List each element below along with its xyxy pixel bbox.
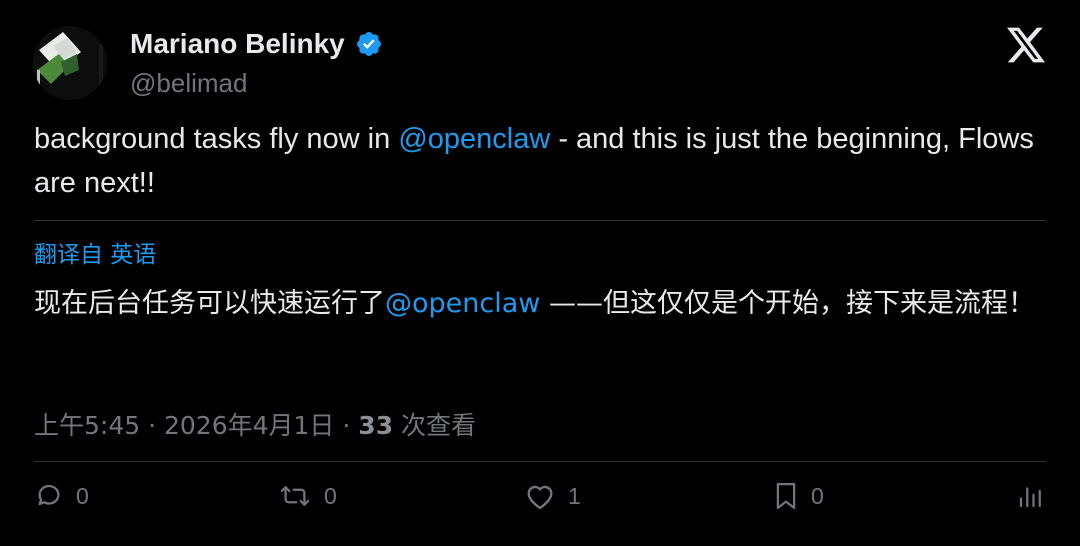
- bookmark-icon: [776, 483, 796, 509]
- analytics-button[interactable]: [1016, 476, 1046, 516]
- heart-icon: [527, 485, 553, 510]
- tweet-time[interactable]: 上午5:45: [34, 411, 140, 440]
- reply-count: 0: [76, 482, 89, 509]
- divider: [34, 461, 1046, 462]
- views-count[interactable]: 33: [358, 411, 393, 440]
- tweet-text-before: background tasks fly now in: [34, 123, 399, 155]
- author-handle[interactable]: @belimad: [130, 66, 247, 100]
- x-logo-icon[interactable]: [1007, 27, 1045, 63]
- translated-text: 现在后台任务可以快速运行了@openclaw ——但这仅仅是个开始，接下来是流程…: [34, 282, 1044, 326]
- verified-badge-icon: [355, 30, 383, 58]
- translated-text-after: ——但这仅仅是个开始，接下来是流程！: [540, 288, 1035, 319]
- tweet-text: background tasks fly now in @openclaw - …: [34, 117, 1044, 205]
- bookmark-count: 0: [811, 482, 824, 509]
- author-display-name[interactable]: Mariano Belinky: [130, 26, 345, 62]
- author-display-name-row[interactable]: Mariano Belinky: [130, 26, 383, 62]
- avatar[interactable]: [33, 26, 107, 100]
- tweet-date[interactable]: 2026年4月1日: [164, 411, 334, 440]
- action-bar: 0 0 1 0: [34, 476, 1046, 516]
- bookmark-button[interactable]: 0: [773, 476, 824, 516]
- retweet-count: 0: [324, 482, 337, 509]
- translated-text-before: 现在后台任务可以快速运行了: [34, 288, 385, 319]
- tweet-meta: 上午5:45 · 2026年4月1日 · 33 次查看: [34, 410, 476, 442]
- like-button[interactable]: 1: [524, 476, 581, 516]
- retweet-icon: [280, 486, 310, 506]
- reply-button[interactable]: 0: [34, 476, 89, 516]
- meta-separator: ·: [342, 411, 351, 440]
- like-count: 1: [568, 482, 581, 509]
- translated-from-link[interactable]: 翻译自 英语: [34, 240, 156, 270]
- views-label: 次查看: [401, 411, 477, 440]
- translated-mention-link[interactable]: @openclaw: [385, 288, 540, 319]
- analytics-icon: [1019, 487, 1041, 508]
- divider: [34, 220, 1046, 221]
- meta-separator: ·: [148, 411, 157, 440]
- reply-icon: [38, 484, 60, 506]
- retweet-button[interactable]: 0: [278, 476, 337, 516]
- tweet-mention-link[interactable]: @openclaw: [398, 123, 550, 155]
- avatar-image: [33, 26, 107, 100]
